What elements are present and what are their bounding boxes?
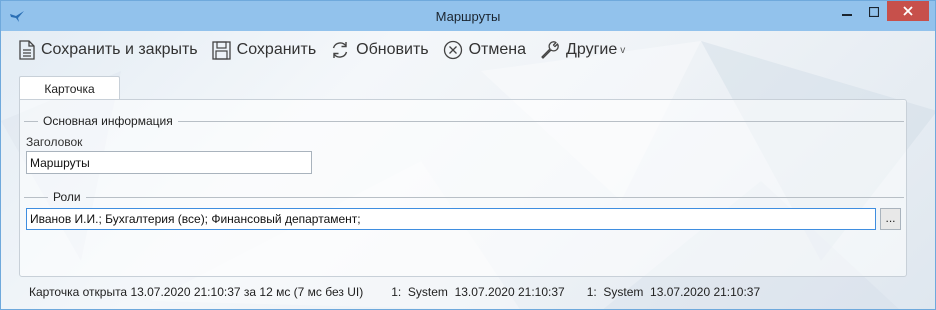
window-title: Маршруты (435, 9, 501, 24)
title-input[interactable]: Маршруты (26, 151, 312, 174)
toolbar: Сохранить и закрыть Сохранить Обновить О… (1, 31, 935, 69)
status-modified: 1: System 13.07.2020 21:10:37 (586, 285, 761, 299)
other-label: Другие (566, 41, 618, 58)
card-panel: Основная информация Заголовок Маршруты Р… (19, 99, 907, 277)
refresh-label: Обновить (356, 41, 429, 58)
maximize-button[interactable] (861, 1, 887, 23)
save-button[interactable]: Сохранить (211, 35, 317, 65)
status-bar: Карточка открыта 13.07.2020 21:10:37 за … (29, 285, 760, 299)
chevron-down-icon: v (620, 44, 626, 56)
maximize-icon (869, 7, 879, 17)
wrench-icon (541, 41, 559, 59)
document-icon (19, 40, 35, 60)
refresh-button[interactable]: Обновить (330, 35, 429, 65)
save-and-close-label: Сохранить и закрыть (41, 41, 198, 58)
basic-info-group-header: Основная информация (24, 114, 904, 128)
card-window: Маршруты Сохранить и закрыть Сохранить О… (0, 0, 936, 310)
minimize-button[interactable] (833, 1, 861, 23)
close-button[interactable] (887, 1, 929, 21)
refresh-icon (332, 42, 348, 58)
title-bar: Маршруты (1, 1, 935, 31)
basic-info-group-label: Основная информация (43, 114, 173, 128)
roles-browse-button[interactable]: ... (880, 208, 901, 230)
minimize-icon (842, 14, 852, 16)
cancel-icon (443, 40, 462, 60)
cancel-label: Отмена (468, 41, 527, 58)
tab-card[interactable]: Карточка (19, 76, 120, 100)
roles-group-header: Роли (24, 190, 904, 204)
save-label: Сохранить (236, 41, 317, 58)
cancel-button[interactable]: Отмена (443, 35, 526, 65)
save-and-close-button[interactable]: Сохранить и закрыть (19, 35, 198, 65)
roles-group-label: Роли (53, 190, 81, 204)
close-icon (903, 6, 913, 16)
other-menu-button[interactable]: Другие v (540, 35, 625, 65)
roles-input[interactable]: Иванов И.И.; Бухгалтерия (все); Финансов… (26, 208, 876, 230)
status-opened: Карточка открыта 13.07.2020 21:10:37 за … (29, 285, 364, 299)
status-created: 1: System 13.07.2020 21:10:37 (391, 285, 565, 299)
floppy-disk-icon (211, 40, 231, 60)
title-field-label: Заголовок (26, 135, 83, 149)
